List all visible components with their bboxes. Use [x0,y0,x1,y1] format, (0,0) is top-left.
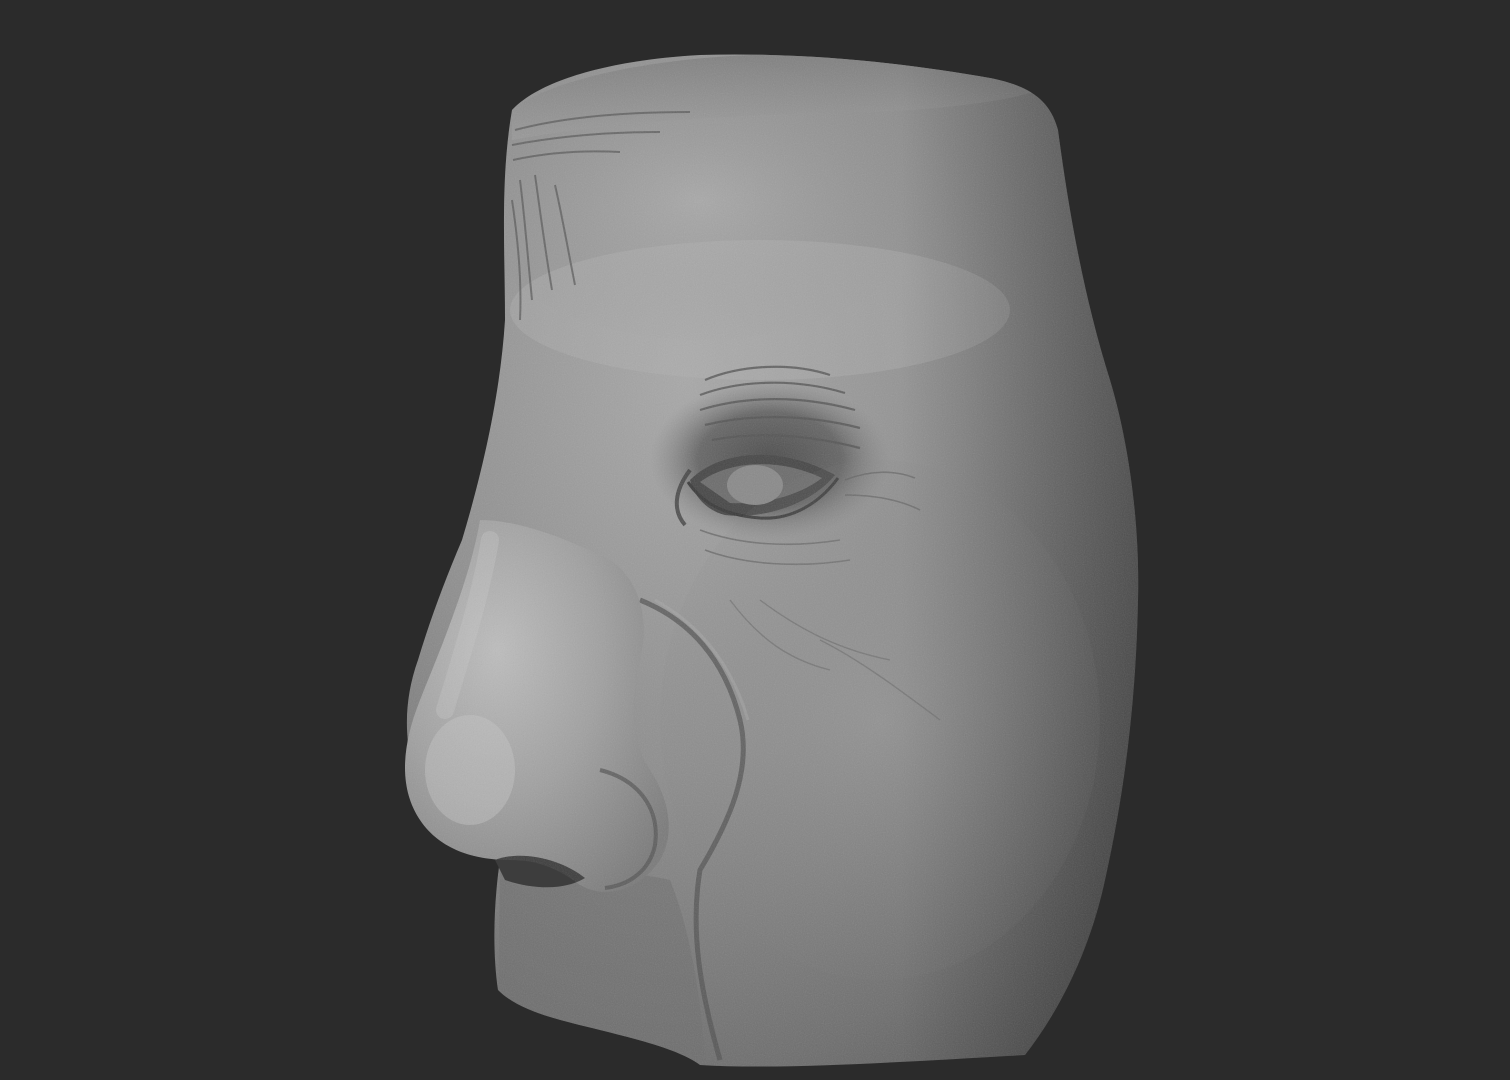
skin-texture [406,54,1139,1067]
face-sculpt-render [405,54,1139,1067]
viewport-canvas[interactable] [0,0,1510,1080]
